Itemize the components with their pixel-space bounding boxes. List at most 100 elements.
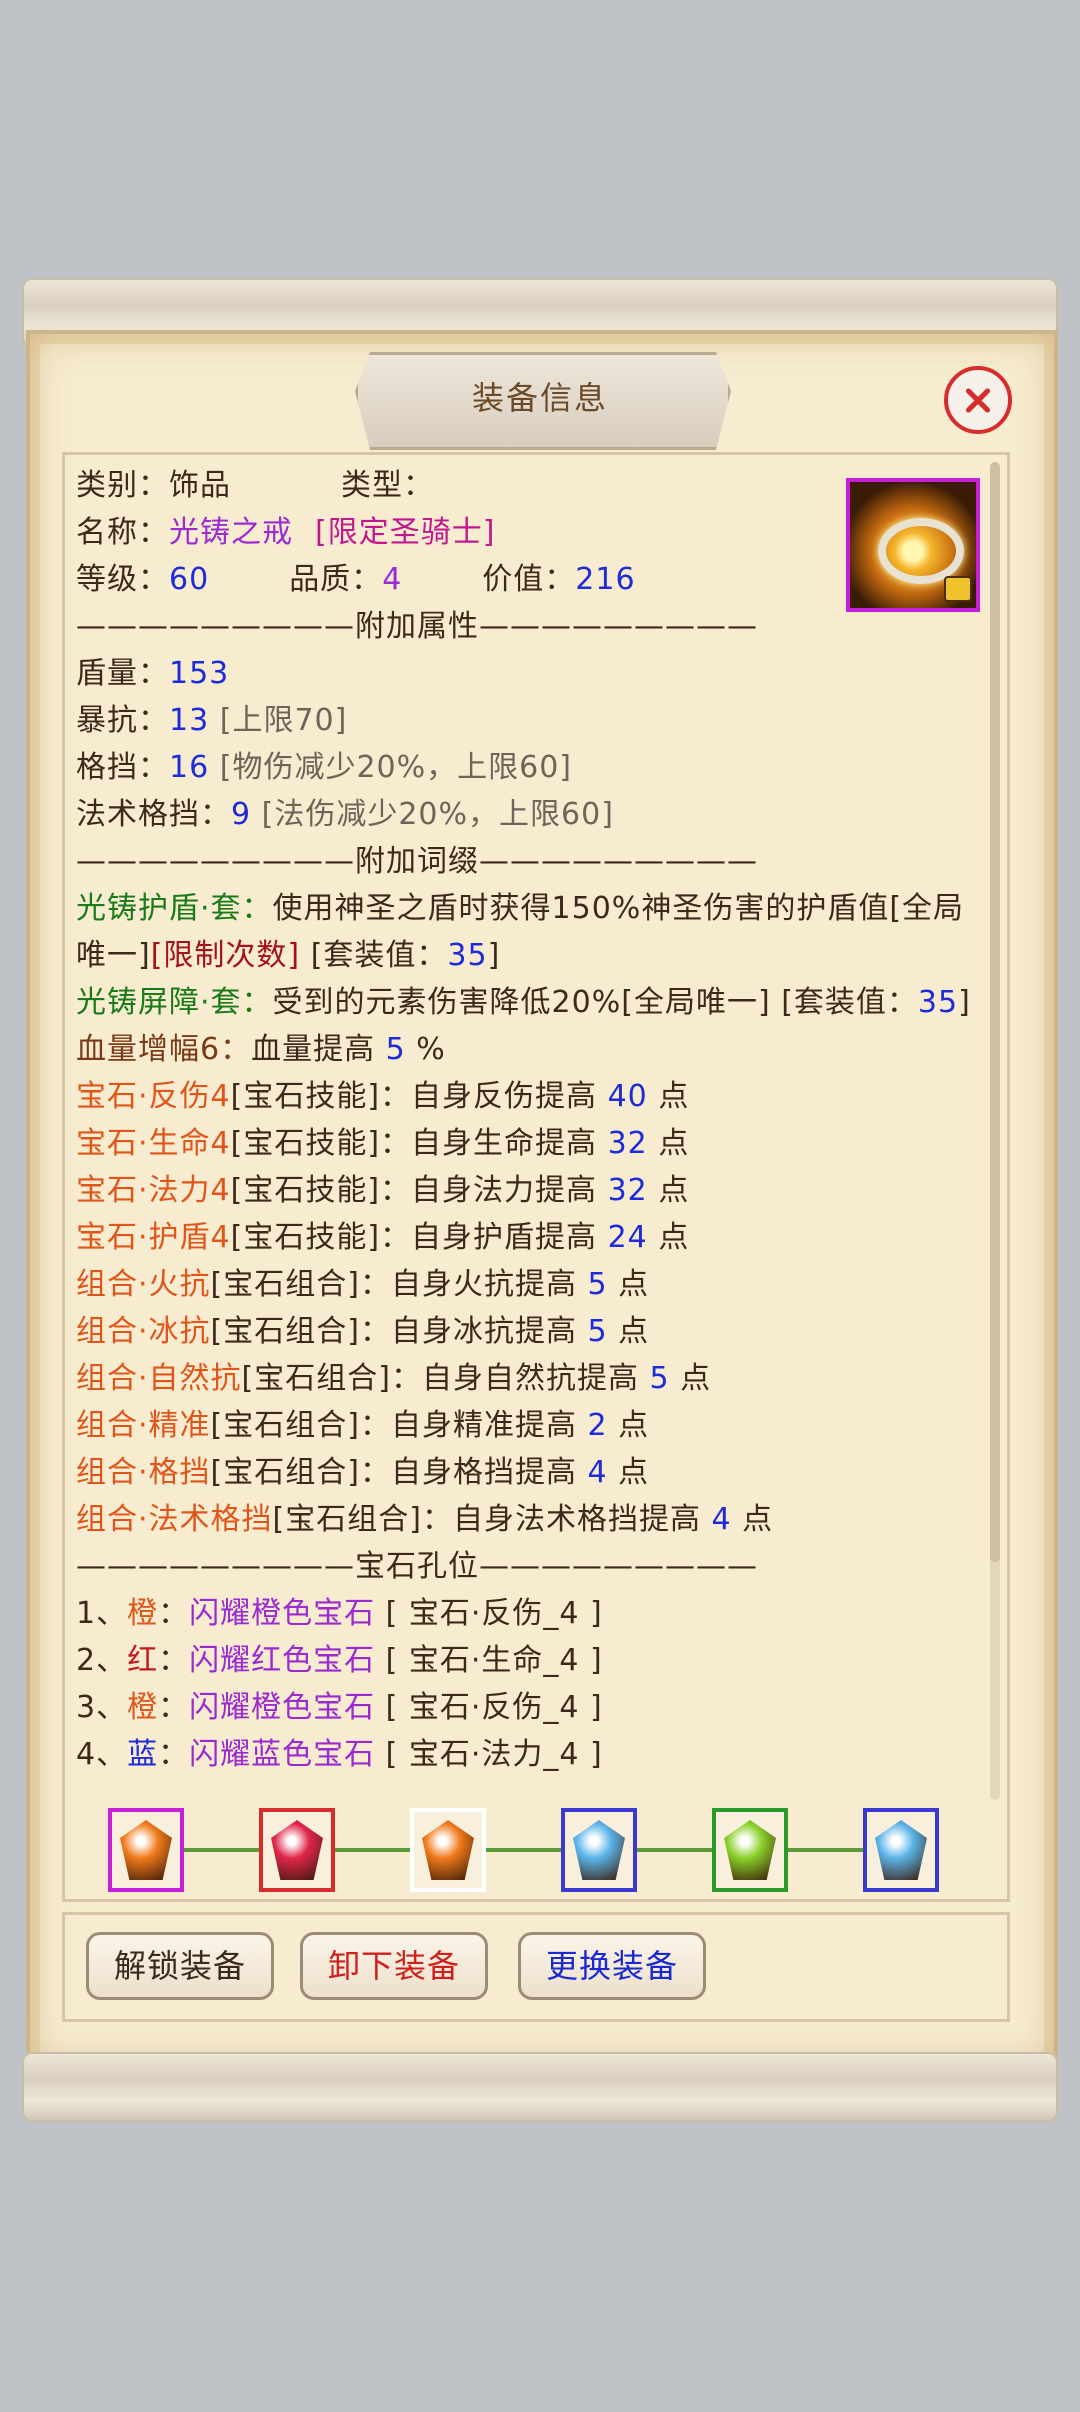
hp-boost-row: 血量增幅6：血量提高 5 % [76,1026,988,1073]
orange-gem-icon[interactable] [108,1808,184,1892]
gem-skill-row: 宝石·法力4[宝石技能]：自身法力提高 32 点 [76,1167,988,1214]
combo-row: 组合·自然抗[宝石组合]：自身自然抗提高 5 点 [76,1355,988,1402]
attr-row: 格挡：16 [物伤减少20%，上限60] [76,744,988,791]
attr-label: 盾量： [76,656,169,691]
gem-skill-value: 32 [607,1173,648,1208]
attr-label: 格挡： [76,750,169,785]
combo-name: 组合·自然抗 [76,1361,242,1396]
combo-unit: 点 [618,1408,650,1443]
combo-value: 5 [649,1361,670,1396]
attr-value: 9 [231,797,252,832]
replace-equipment-button[interactable]: 更换装备 [518,1932,706,2000]
socket-skill: [ 宝石·反伤_4 ] [385,1596,603,1631]
combo-tag: [宝石组合]： [272,1502,453,1537]
scroll-bottom-roller [22,2052,1058,2122]
gem-skill-name: 宝石·护盾4 [76,1220,231,1255]
gem-shape [724,1820,776,1880]
set2-unique: [全局唯一] [621,985,771,1020]
gem-skill-name: 宝石·生命4 [76,1126,231,1161]
quality-value: 4 [382,562,403,597]
gem-link [486,1848,561,1852]
close-icon[interactable] [944,366,1012,434]
socket-index: 3、 [76,1690,128,1725]
name-label: 名称： [76,515,169,550]
price-value: 216 [575,562,636,597]
red-gem-icon[interactable] [259,1808,335,1892]
socket-index: 4、 [76,1737,128,1772]
attr-note: [上限70] [219,703,348,738]
gem-shape [573,1820,625,1880]
combo-value: 2 [587,1408,608,1443]
gem-link [335,1848,410,1852]
socket-gem: 闪耀橙色宝石 [189,1596,376,1631]
combo-row: 组合·法术格挡[宝石组合]：自身法术格挡提高 4 点 [76,1496,988,1543]
blue-gem-icon[interactable] [561,1808,637,1892]
gem-skill-row: 宝石·反伤4[宝石技能]：自身反伤提高 40 点 [76,1073,988,1120]
attr-row: 法术格挡：9 [法伤减少20%，上限60] [76,791,988,838]
combo-row: 组合·火抗[宝石组合]：自身火抗提高 5 点 [76,1261,988,1308]
unlock-equipment-button[interactable]: 解锁装备 [86,1932,274,2000]
orange-gem-icon[interactable] [410,1808,486,1892]
socket-color: 红 [127,1643,159,1678]
combo-unit: 点 [618,1267,650,1302]
combo-tag: [宝石组合]： [210,1267,391,1302]
attr-value: 16 [169,750,210,785]
scrollbar-thumb[interactable] [990,462,1000,1562]
level-row: 等级：60 品质：4 价值：216 [76,556,988,603]
combo-desc: 自身精准提高 [390,1408,577,1443]
attr-label: 法术格挡： [76,797,231,832]
item-details[interactable]: 类别：饰品 类型： 名称：光铸之戒 [限定圣骑士] 等级：60 品质：4 价值：216 … [76,462,988,1800]
blue-gem-icon[interactable] [863,1808,939,1892]
gem-skill-desc: 自身法力提高 [411,1173,598,1208]
attr-row: 盾量：153 [76,650,988,697]
socket-row: 2、红：闪耀红色宝石 [ 宝石·生命_4 ] [76,1637,988,1684]
gem-link [788,1848,863,1852]
socket-index: 1、 [76,1596,128,1631]
combo-value: 5 [587,1267,608,1302]
socket-gem: 闪耀橙色宝石 [189,1690,376,1725]
category-label: 类别： [76,468,169,503]
socket-skill: [ 宝石·生命_4 ] [385,1643,603,1678]
socket-row: 1、橙：闪耀橙色宝石 [ 宝石·反伤_4 ] [76,1590,988,1637]
unequip-button[interactable]: 卸下装备 [300,1932,488,2000]
item-name: 光铸之戒 [169,515,293,550]
combo-value: 4 [711,1502,732,1537]
attr-note: [法伤减少20%，上限60] [261,797,614,832]
gem-skill-row: 宝石·生命4[宝石技能]：自身生命提高 32 点 [76,1120,988,1167]
type-label: 类型： [341,468,434,503]
combo-row: 组合·精准[宝石组合]：自身精准提高 2 点 [76,1402,988,1449]
gem-skill-name: 宝石·法力4 [76,1173,231,1208]
combo-value: 5 [587,1314,608,1349]
attr-note: [物伤减少20%，上限60] [219,750,572,785]
socket-row: 3、橙：闪耀橙色宝石 [ 宝石·反伤_4 ] [76,1684,988,1731]
category-value: 饰品 [169,468,231,503]
gem-skill-desc: 自身护盾提高 [411,1220,598,1255]
socket-sep: ： [158,1737,190,1772]
set1-name: 光铸护盾·套： [76,891,273,926]
set1-setlabel: [套装值： [310,938,448,973]
set2-setvalue: 35 [917,985,959,1020]
section-sockets: —————————宝石孔位————————— [76,1549,758,1584]
combo-tag: [宝石组合]： [210,1314,391,1349]
green-gem-icon[interactable] [712,1808,788,1892]
set2-close: ] [958,985,971,1020]
hp-boost-name: 血量增幅6： [76,1032,252,1067]
combo-name: 组合·冰抗 [76,1314,211,1349]
gem-shape [120,1820,172,1880]
gem-skill-row: 宝石·护盾4[宝石技能]：自身护盾提高 24 点 [76,1214,988,1261]
hp-boost-value: 5 [385,1032,406,1067]
gem-skill-tag: [宝石技能]： [230,1220,412,1255]
attr-row: 暴抗：13 [上限70] [76,697,988,744]
socket-color: 橙 [127,1690,159,1725]
combo-unit: 点 [618,1455,650,1490]
socket-skill: [ 宝石·反伤_4 ] [385,1690,603,1725]
gem-shape [875,1820,927,1880]
socket-gem: 闪耀红色宝石 [189,1643,376,1678]
gem-skill-desc: 自身反伤提高 [411,1079,598,1114]
quality-label: 品质： [289,562,383,597]
combo-unit: 点 [680,1361,712,1396]
gem-skill-value: 40 [607,1079,648,1114]
set1-setvalue: 35 [447,938,488,973]
set-effect-2: 光铸屏障·套：受到的元素伤害降低20%[全局唯一] [套装值：35] [76,979,988,1026]
gem-skill-unit: 点 [658,1126,690,1161]
